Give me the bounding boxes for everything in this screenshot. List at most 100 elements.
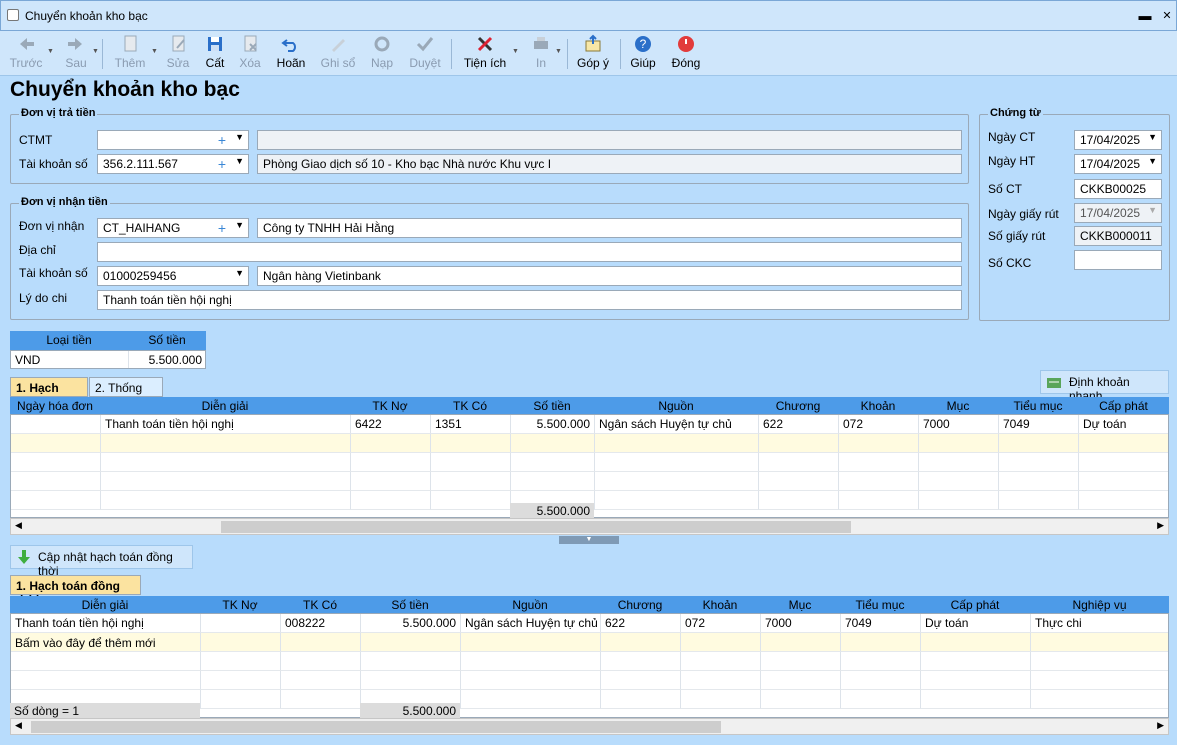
column-header[interactable]: Chương (600, 598, 680, 612)
table-cell[interactable] (101, 472, 351, 491)
column-header[interactable]: Nghiệp vụ (1030, 598, 1169, 612)
grid2-scrollbar[interactable]: ◀ ▶ (10, 718, 1169, 735)
column-header[interactable]: Khoản (838, 399, 918, 413)
edit-button[interactable]: Sửa (163, 34, 193, 74)
add-new-hint[interactable]: Bấm vào đây để thêm mới (15, 636, 156, 650)
table-cell[interactable]: 5.500.000 (511, 415, 595, 434)
ctmt-combo[interactable]: + ▼ (97, 130, 249, 150)
utilities-button[interactable]: Tiện ích (462, 34, 508, 74)
table-cell[interactable] (1079, 434, 1168, 453)
payee-unit-combo[interactable]: CT_HAIHANG + ▼ (97, 218, 249, 238)
quick-entry-button[interactable]: Định khoản nhanh (1040, 370, 1169, 403)
table-cell[interactable]: 072 (839, 415, 919, 434)
table-cell[interactable] (11, 491, 101, 510)
table-cell[interactable] (11, 453, 101, 472)
table-cell[interactable] (841, 690, 921, 709)
tab-hach-toan[interactable]: 1. Hạch toán (10, 377, 88, 409)
load-button[interactable]: Nạp (366, 34, 398, 74)
table-cell[interactable] (839, 491, 919, 510)
table-cell[interactable] (601, 652, 681, 671)
table-cell[interactable] (431, 491, 511, 510)
table-cell[interactable] (201, 614, 281, 633)
payee-unit-desc[interactable]: Công ty TNHH Hải Hằng (257, 218, 962, 238)
table-cell[interactable] (839, 472, 919, 491)
table-cell[interactable] (921, 671, 1031, 690)
table-cell[interactable] (681, 690, 761, 709)
column-header[interactable]: Số tiền (360, 598, 460, 612)
table-cell[interactable] (595, 472, 759, 491)
table-cell[interactable]: 7000 (919, 415, 999, 434)
empty-row[interactable] (11, 652, 1168, 671)
update-concurrent-button[interactable]: Cập nhật hạch toán đồng thời (10, 545, 193, 578)
close-window-button[interactable]: ✕ (1159, 8, 1175, 24)
table-cell[interactable] (201, 690, 281, 709)
table-cell[interactable]: 7000 (761, 614, 841, 633)
table-cell[interactable] (461, 671, 601, 690)
table-cell[interactable] (1079, 491, 1168, 510)
table-cell[interactable] (201, 671, 281, 690)
table-cell[interactable]: Dự toán (1079, 415, 1168, 434)
payee-account-desc[interactable]: Ngân hàng Vietinbank (257, 266, 962, 286)
table-cell[interactable] (461, 633, 601, 652)
table-cell[interactable] (761, 671, 841, 690)
approve-button[interactable]: Duyệt (406, 34, 444, 74)
table-cell[interactable]: Thanh toán tiền hội nghị (11, 614, 201, 633)
payee-account-combo[interactable]: 01000259456 ▼ (97, 266, 249, 286)
table-cell[interactable] (351, 472, 431, 491)
column-header[interactable]: TK Nợ (350, 399, 430, 413)
table-cell[interactable] (999, 434, 1079, 453)
add-button[interactable]: Thêm (112, 34, 148, 74)
table-cell[interactable]: 5.500.000 (361, 614, 461, 633)
feedback-button[interactable]: Góp ý (575, 34, 611, 74)
column-header[interactable]: Cấp phát (1078, 399, 1169, 413)
table-cell[interactable] (11, 472, 101, 491)
table-cell[interactable] (431, 434, 511, 453)
so-ckc-field[interactable] (1074, 250, 1162, 270)
table-cell[interactable]: 622 (759, 415, 839, 434)
column-header[interactable]: Nguồn (594, 399, 758, 413)
table-cell[interactable] (595, 453, 759, 472)
column-header[interactable]: Ngày hóa đơn (10, 399, 100, 413)
payer-account-combo[interactable]: 356.2.111.567 + ▼ (97, 154, 249, 174)
print-button[interactable]: In (528, 34, 554, 74)
table-cell[interactable]: Dự toán (921, 614, 1031, 633)
table-cell[interactable] (511, 472, 595, 491)
minimize-button[interactable]: ▬ (1137, 8, 1153, 24)
table-cell[interactable] (761, 652, 841, 671)
table-cell[interactable] (601, 671, 681, 690)
so-ct-field[interactable]: CKKB00025 (1074, 179, 1162, 199)
table-cell[interactable] (281, 652, 361, 671)
table-cell[interactable] (11, 434, 101, 453)
table-cell[interactable] (999, 453, 1079, 472)
table-cell[interactable]: Thanh toán tiền hội nghị (101, 415, 351, 434)
empty-row[interactable] (11, 472, 1168, 491)
table-cell[interactable]: Ngân sách Huyện tự chủ (461, 614, 601, 633)
table-cell[interactable] (431, 453, 511, 472)
close-button[interactable]: Đóng (669, 34, 703, 74)
table-cell[interactable] (919, 434, 999, 453)
column-header[interactable]: Số tiền (510, 399, 594, 413)
grid1-scrollbar[interactable]: ◀ ▶ (10, 518, 1169, 535)
table-cell[interactable] (201, 652, 281, 671)
tab-hach-toan-dong-thoi[interactable]: 1. Hạch toán đồng thời (10, 575, 141, 607)
table-cell[interactable] (839, 453, 919, 472)
column-header[interactable]: TK Có (430, 399, 510, 413)
delete-button[interactable]: Xóa (235, 34, 265, 74)
table-cell[interactable] (1079, 472, 1168, 491)
table-cell[interactable]: Thực chi (1031, 614, 1168, 633)
ngay-ct-date[interactable]: 17/04/2025 ▼ (1074, 130, 1162, 150)
table-cell[interactable] (11, 652, 201, 671)
table-cell[interactable]: 1351 (431, 415, 511, 434)
table-cell[interactable] (999, 472, 1079, 491)
table-cell[interactable] (351, 453, 431, 472)
table-cell[interactable] (681, 633, 761, 652)
table-cell[interactable] (431, 472, 511, 491)
table-cell[interactable] (759, 453, 839, 472)
column-header[interactable]: Tiểu mục (998, 399, 1078, 413)
new-row[interactable] (11, 434, 1168, 453)
table-cell[interactable] (919, 491, 999, 510)
table-cell[interactable] (461, 652, 601, 671)
ngay-ht-date[interactable]: 17/04/2025 ▼ (1074, 154, 1162, 174)
table-cell[interactable] (595, 491, 759, 510)
table-cell[interactable] (1031, 652, 1168, 671)
